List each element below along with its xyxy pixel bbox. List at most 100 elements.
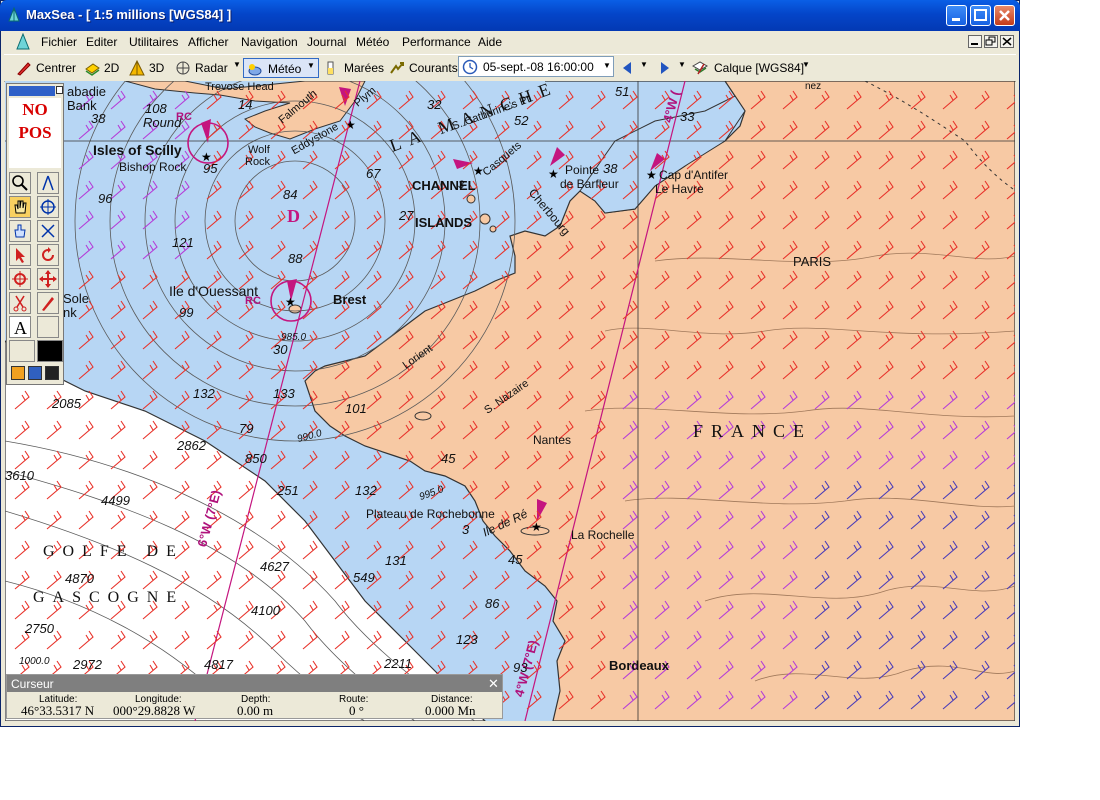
label-barfleur: de Barfleur [560, 177, 619, 191]
center-tool[interactable] [37, 196, 59, 218]
chevron-down-icon[interactable]: ▼ [603, 61, 611, 70]
weather-icon [248, 64, 262, 76]
compass-tool[interactable] [37, 172, 59, 194]
sounding: 133 [273, 386, 295, 401]
hand-icon [14, 200, 27, 214]
draw-tool[interactable] [37, 292, 59, 314]
sounding: 27 [399, 208, 414, 223]
label-paris: PARIS [793, 254, 832, 269]
currents-icon [390, 62, 404, 74]
radar-button[interactable]: Radar ▼ [175, 58, 247, 78]
maximize-icon [974, 9, 987, 21]
label-rochebonne: Plateau de Rochebonne [366, 507, 495, 521]
background-color-swatch[interactable] [37, 340, 63, 362]
move-arrows-icon [39, 270, 57, 288]
pencil-icon [42, 297, 54, 311]
centrer-button[interactable]: Centrer [16, 58, 80, 78]
menu-afficher[interactable]: Afficher [188, 35, 228, 49]
calque-button[interactable]: Calque [WGS84] ▼ [692, 58, 810, 78]
close-icon [999, 10, 1010, 21]
sounding: 96 [98, 191, 113, 206]
sounding: 45 [441, 451, 456, 466]
document-icon[interactable] [14, 33, 32, 51]
nautical-chart[interactable]: ★ ★ ★ ★ ★ ★ ★ abadie Bank Round Trevose … [5, 81, 1015, 721]
sounding: 3 [458, 179, 465, 191]
palette-title-bar[interactable] [9, 86, 55, 96]
view-3d-button[interactable]: 3D [129, 58, 169, 78]
marees-button[interactable]: Marées [324, 58, 384, 78]
sounding: 45 [508, 552, 523, 567]
label-bordeaux: Bordeaux [609, 658, 669, 673]
label-pointe: Pointe [565, 163, 600, 177]
minimize-button[interactable] [946, 5, 967, 26]
pan-tool[interactable] [9, 196, 31, 218]
tool-palette: NO POS A [6, 83, 64, 385]
mdi-minimize-button[interactable] [968, 35, 982, 48]
menu-aide[interactable]: Aide [478, 35, 502, 49]
close-icon[interactable]: ✕ [488, 676, 499, 692]
radar-dropdown-icon[interactable]: ▼ [233, 60, 241, 69]
menu-navigation[interactable]: Navigation [241, 35, 298, 49]
label-wolf-rock: Rock [245, 156, 271, 168]
sounding: 108 [145, 101, 167, 116]
label-nantes: Nantes [533, 433, 572, 447]
grab-tool[interactable] [9, 220, 31, 242]
menu-utilitaires[interactable]: Utilitaires [129, 35, 178, 49]
close-button[interactable] [994, 5, 1015, 26]
calque-dropdown-icon[interactable]: ▼ [802, 60, 810, 69]
layers-2d-icon [85, 63, 100, 76]
tide-icon [327, 61, 334, 75]
label-isles-of-scilly: Isles of Scilly [93, 142, 182, 158]
move-tool[interactable] [37, 268, 59, 290]
label-nk: nk [63, 305, 77, 320]
sun-icon[interactable] [11, 366, 25, 380]
previous-time-dropdown[interactable]: ▼ [638, 58, 650, 78]
mdi-close-button[interactable] [1000, 35, 1014, 48]
foreground-color-swatch[interactable] [9, 340, 35, 362]
moon-icon[interactable] [45, 366, 59, 380]
label-depression-d: D [287, 206, 300, 226]
sounding: 84 [283, 187, 298, 202]
menu-editer[interactable]: Editer [86, 35, 117, 49]
view-2d-button[interactable]: 2D [84, 58, 126, 78]
cursor-panel-title-bar[interactable]: Curseur [7, 675, 502, 692]
forecast-date-value: 05-sept.-08 16:00:00 [483, 60, 594, 74]
rotate-tool[interactable] [37, 244, 59, 266]
sounding: 4627 [260, 559, 289, 574]
dusk-icon[interactable] [28, 366, 42, 380]
menu-fichier[interactable]: Fichier [41, 35, 77, 49]
blank-tool[interactable] [37, 316, 59, 338]
sounding: 121 [172, 235, 194, 250]
menu-meteo[interactable]: Météo [356, 35, 389, 49]
cut-tool[interactable] [9, 292, 31, 314]
sounding: 850 [245, 451, 267, 466]
label-wolf: Wolf [248, 144, 270, 156]
maximize-button[interactable] [970, 5, 991, 26]
measure-tool[interactable] [37, 220, 59, 242]
mark-tool[interactable] [9, 268, 31, 290]
meteo-dropdown-icon[interactable]: ▼ [307, 61, 315, 70]
forecast-date-select[interactable]: 05-sept.-08 16:00:00 ▼ [458, 56, 614, 77]
menu-performance[interactable]: Performance [402, 35, 471, 49]
sounding: 86 [485, 596, 500, 611]
sounding: 93 [513, 660, 528, 675]
next-time-dropdown[interactable]: ▼ [676, 58, 688, 78]
mdi-restore-button[interactable] [984, 35, 998, 48]
menu-journal[interactable]: Journal [307, 35, 346, 49]
hand-point-icon [14, 224, 26, 238]
palette-collapse-button[interactable] [56, 86, 63, 94]
courants-button[interactable]: Courants [389, 58, 459, 78]
text-tool[interactable]: A [9, 316, 31, 338]
select-tool[interactable] [9, 244, 31, 266]
next-time-button[interactable] [656, 58, 676, 78]
zoom-tool[interactable] [9, 172, 31, 194]
route-value: 0 ° [349, 703, 364, 718]
sounding: 2085 [52, 396, 81, 411]
meteo-button[interactable]: Météo ▼ [243, 58, 319, 78]
sounding: 33 [680, 109, 695, 124]
title-bar[interactable]: MaxSea - [ 1:5 millions [WGS84] ] [0, 0, 1020, 31]
previous-time-button[interactable] [618, 58, 638, 78]
magnifier-icon [12, 175, 28, 191]
compass-icon [42, 175, 54, 191]
target-icon [12, 271, 28, 287]
